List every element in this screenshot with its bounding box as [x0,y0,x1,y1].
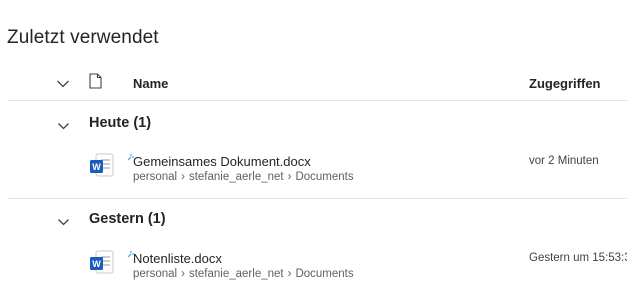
svg-text:W: W [92,162,101,172]
file-name-link[interactable]: Notenliste.docx [133,251,222,266]
group-label: Heute (1) [89,115,152,131]
breadcrumb-item[interactable]: stefanie_aerle_net [189,171,284,183]
accessed-time: Gestern um 15:53:31 [529,252,627,264]
accessed-time: vor 2 Minuten [529,155,599,167]
group-header-today[interactable]: Heute (1) [0,110,627,136]
column-header-accessed[interactable]: Zugegriffen [529,76,601,91]
page-title: Zuletzt verwendet [7,27,159,48]
svg-text:W: W [92,259,101,269]
breadcrumb-separator-icon: › [287,171,292,183]
breadcrumb-separator-icon: › [181,268,185,280]
breadcrumb-separator-icon: › [287,268,292,280]
collapse-all-chevron-icon[interactable] [56,76,70,94]
breadcrumb-item[interactable]: stefanie_aerle_net [189,268,284,280]
group-label: Gestern (1) [89,211,166,227]
column-header-name[interactable]: Name [133,76,168,91]
divider [8,198,627,199]
divider [8,100,627,101]
breadcrumb-item[interactable]: Documents [295,268,353,280]
word-document-icon: W [89,152,115,183]
file-type-icon[interactable] [89,73,102,94]
file-path-breadcrumb: personal › stefanie_aerle_net › Documents [133,171,354,183]
chevron-down-icon[interactable] [57,214,70,232]
breadcrumb-item[interactable]: personal [133,171,177,183]
file-path-breadcrumb: personal › stefanie_aerle_net › Documents [133,268,354,280]
breadcrumb-item[interactable]: personal [133,268,177,280]
file-row[interactable]: W Notenliste.docx personal › stefanie_aerl… [0,243,627,287]
group-header-yesterday[interactable]: Gestern (1) [0,206,627,232]
breadcrumb-item[interactable]: Documents [295,171,353,183]
column-header-row: Name Zugegriffen [0,66,627,100]
file-name-link[interactable]: Gemeinsames Dokument.docx [133,154,311,169]
chevron-down-icon[interactable] [57,118,70,136]
file-row[interactable]: W Gemeinsames Dokument.docx personal › ste… [0,146,627,190]
word-document-icon: W [89,249,115,280]
breadcrumb-separator-icon: › [181,171,185,183]
